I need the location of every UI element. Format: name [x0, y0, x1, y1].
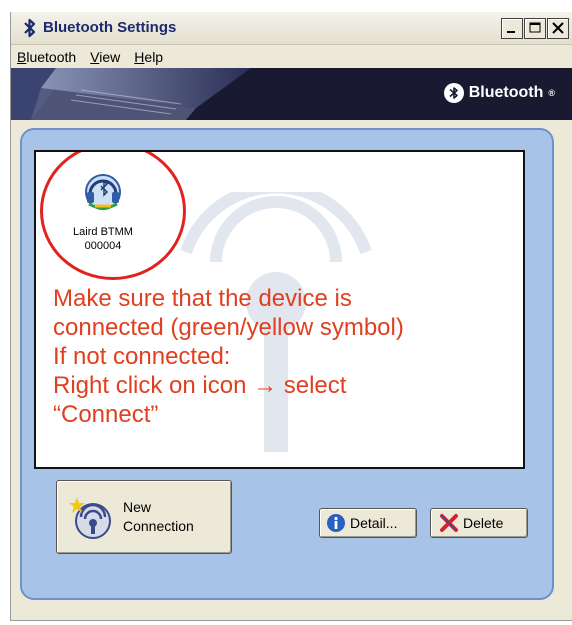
delete-label: Delete: [463, 515, 504, 531]
window-controls: [501, 18, 569, 39]
menu-bluetooth-label: luetooth: [26, 49, 77, 65]
close-icon: [552, 22, 564, 34]
instruction-line-1: Make sure that the device is: [53, 285, 352, 312]
bluetooth-logo-icon: [443, 83, 464, 103]
menu-help[interactable]: Help: [128, 46, 171, 68]
menu-view-accel: V: [90, 49, 100, 65]
headset-connected-icon: [85, 174, 121, 210]
device-name: Laird BTMM 000004: [48, 225, 158, 253]
new-connection-label-line2: Connection: [123, 518, 194, 534]
new-connection-button[interactable]: New Connection: [56, 480, 232, 554]
menu-view-label: iew: [99, 49, 121, 65]
trademark: ®: [548, 88, 555, 98]
detail-label: Detail...: [350, 515, 398, 531]
menu-help-label: elp: [144, 49, 164, 65]
bluetooth-brand: Bluetooth: [468, 84, 544, 101]
menu-help-accel: H: [134, 49, 145, 65]
instruction-line-4: Right click on icon → select: [53, 372, 347, 399]
device-list-area[interactable]: Laird BTMM 000004 Make sure that the dev…: [34, 150, 525, 469]
device-name-line1: Laird BTMM: [73, 226, 133, 238]
maximize-icon: [529, 22, 541, 33]
bluetooth-icon: [24, 18, 36, 38]
menu-bar: Bluetooth View Help: [11, 46, 572, 68]
new-connection-label-line1: New: [123, 499, 152, 515]
bluetooth-banner: Bluetooth ®: [11, 68, 572, 120]
new-connection-label: New Connection: [123, 498, 194, 536]
laptop-graphic: [11, 68, 251, 120]
title-bar[interactable]: Bluetooth Settings: [11, 12, 572, 45]
minimize-button[interactable]: [501, 18, 523, 39]
bluetooth-logo: Bluetooth ®: [443, 83, 555, 103]
connection-instructions: Make sure that the device is connected (…: [53, 284, 513, 429]
delete-x-icon: [440, 514, 458, 532]
minimize-icon: [507, 31, 515, 33]
instruction-line-2: connected (green/yellow symbol): [53, 314, 404, 341]
window-title: Bluetooth Settings: [43, 19, 177, 36]
new-connection-icon: [69, 497, 111, 539]
menu-bluetooth[interactable]: Bluetooth: [11, 46, 84, 68]
menu-bluetooth-accel: B: [17, 49, 27, 65]
delete-button[interactable]: Delete: [430, 508, 528, 538]
instruction-line-3: If not connected:: [53, 343, 231, 370]
menu-view[interactable]: View: [84, 46, 128, 68]
instruction-line-5: “Connect”: [53, 401, 159, 428]
detail-button[interactable]: Detail...: [319, 508, 417, 538]
device-laird-btmm[interactable]: Laird BTMM 000004: [48, 170, 158, 253]
close-button[interactable]: [547, 18, 569, 39]
maximize-button[interactable]: [524, 18, 546, 39]
device-name-line2: 000004: [84, 240, 122, 252]
info-icon: [327, 514, 345, 532]
